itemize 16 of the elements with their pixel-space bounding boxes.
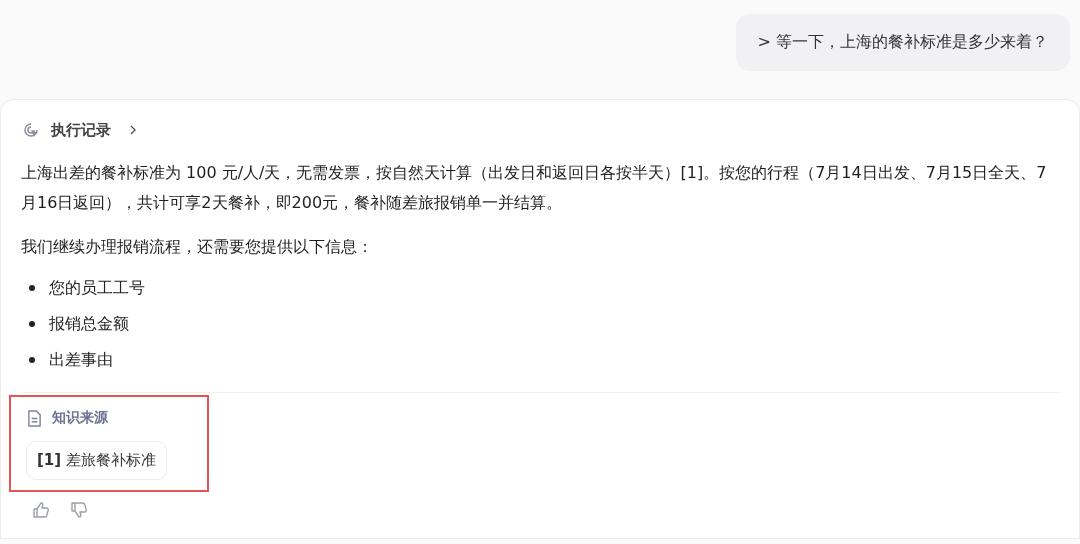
sources-heading: 知识来源 xyxy=(52,409,108,427)
list-item: 您的员工工号 xyxy=(49,277,145,299)
thumbs-down-icon[interactable] xyxy=(69,500,89,520)
bullet-dot xyxy=(29,285,35,291)
cursor-target-icon xyxy=(21,120,41,140)
document-icon xyxy=(27,409,42,427)
bullet-dot xyxy=(29,357,35,363)
bullet-dot xyxy=(29,321,35,327)
thumbs-up-icon[interactable] xyxy=(31,500,51,520)
user-message-bubble: > 等一下，上海的餐补标准是多少来着？ xyxy=(735,14,1070,71)
answer-paragraph: 我们继续办理报销流程，还需要您提供以下信息： xyxy=(21,236,374,258)
list-item: 报销总金额 xyxy=(49,313,129,335)
execution-log-toggle[interactable]: 执行记录 xyxy=(21,120,139,140)
list-item: 出差事由 xyxy=(49,349,113,371)
answer-paragraph: 上海出差的餐补标准为 100 元/人/天，无需发票，按自然天计算（出发日和返回日各按半天）[1]。按您的行程（7月14日出发、7月15日全天、7月16日返回），共计可享2天餐补，即200元，餐补随差旅报销单一并结算。 xyxy=(21,162,1048,214)
source-chip[interactable]: [1] 差旅餐补标准 xyxy=(26,441,167,480)
